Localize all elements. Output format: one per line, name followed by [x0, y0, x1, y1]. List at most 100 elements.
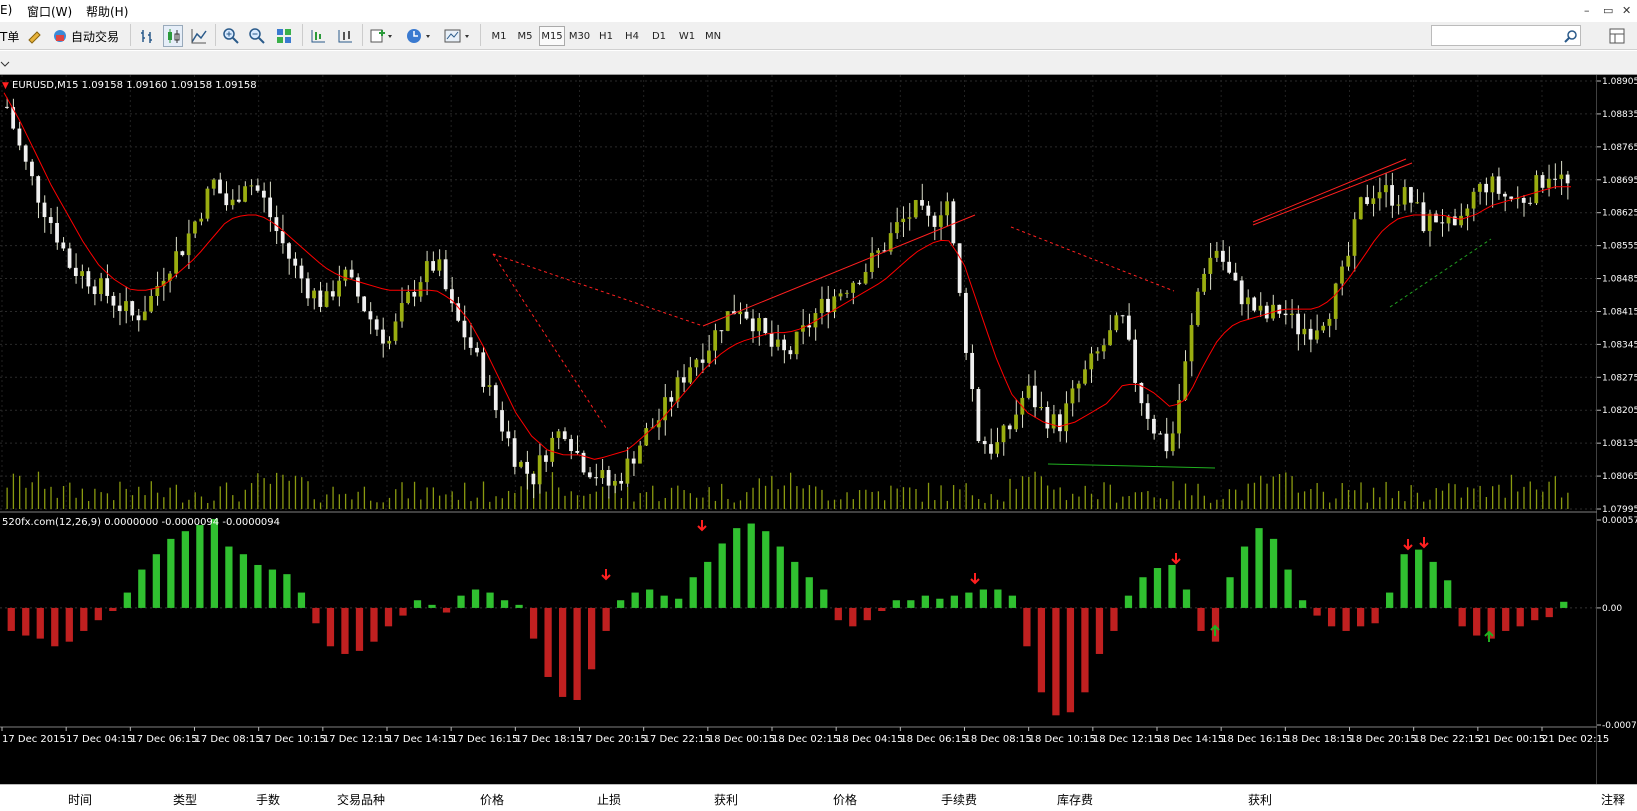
timeframe-w1-button[interactable]: W1 [675, 26, 699, 46]
bar-chart-button[interactable] [138, 25, 156, 47]
candle-body [1321, 325, 1326, 331]
auto-trade-label: 自动交易 [71, 29, 120, 44]
col-header-current-price[interactable]: 价格 [833, 791, 857, 808]
candle-body [1058, 414, 1062, 432]
timeframe-mn-button[interactable]: MN [701, 26, 725, 46]
toolbar-separator [302, 24, 303, 46]
indicator-y-tick-label: 0.000573 [1602, 516, 1637, 526]
candle-body [1465, 208, 1470, 216]
new-order-button[interactable]: T单 [0, 25, 19, 47]
histogram-bar [820, 589, 828, 608]
tile-windows-button[interactable] [275, 25, 293, 47]
candle-body [694, 359, 699, 368]
layout-button[interactable] [1608, 25, 1626, 47]
col-header-take-profit[interactable]: 获利 [714, 791, 738, 808]
line-chart-button[interactable] [190, 25, 208, 47]
metaeditor-button[interactable] [26, 25, 42, 47]
candle-body [293, 258, 298, 266]
timeframe-h4-button[interactable]: H4 [621, 26, 643, 46]
candle-body [67, 248, 72, 268]
candle-body [945, 201, 949, 216]
histogram-bar [457, 595, 465, 608]
candle-body [1026, 385, 1031, 398]
chart-shift-button[interactable] [309, 25, 327, 47]
candle-body [757, 318, 761, 332]
candle-body [907, 217, 912, 219]
x-tick-label: 17 Dec 14:15 [387, 734, 454, 745]
chart-canvas[interactable]: ▼ EURUSD,M15 1.09158 1.09160 1.09158 1.0… [0, 75, 1637, 784]
dropdown-arrow-icon[interactable] [0, 59, 10, 69]
histogram-bar [355, 607, 364, 651]
col-header-lots[interactable]: 手数 [256, 791, 280, 808]
col-header-time[interactable]: 时间 [68, 791, 92, 808]
search-input[interactable] [1434, 27, 1558, 44]
histogram-bar [1168, 564, 1176, 608]
menu-item-help[interactable]: 帮助(H) [86, 3, 128, 20]
col-header-stop-loss[interactable]: 止损 [597, 791, 621, 808]
histogram-bar [675, 598, 683, 608]
candle-body [794, 331, 799, 355]
col-header-type[interactable]: 类型 [173, 791, 197, 808]
candle-body [42, 202, 47, 218]
y-tick-label: 1.08835 [1602, 110, 1637, 120]
timeframe-m15-button[interactable]: M15 [539, 26, 565, 46]
col-header-commission[interactable]: 手续费 [941, 791, 977, 808]
histogram-bar [7, 607, 15, 631]
periods-button[interactable] [405, 25, 431, 47]
autoscroll-button[interactable] [336, 25, 354, 47]
col-header-price[interactable]: 价格 [480, 791, 504, 808]
histogram-bar [428, 604, 436, 608]
zoom-out-icon [249, 28, 265, 44]
histogram-bar [384, 607, 393, 627]
candle-body [1095, 351, 1100, 354]
candle-chart-button[interactable] [163, 25, 183, 47]
candle-body [587, 472, 592, 478]
restore-icon[interactable]: ▭ [1603, 4, 1613, 17]
histogram-bar [1386, 592, 1394, 608]
histogram-bar [109, 607, 117, 611]
x-tick-label: 17 Dec 2015 [2, 734, 66, 745]
histogram-bar [1516, 607, 1524, 627]
histogram-bar [1139, 577, 1147, 608]
timeframe-m5-button[interactable]: M5 [513, 26, 537, 46]
search-icon[interactable] [1564, 29, 1578, 43]
secondary-toolbar [0, 51, 1637, 75]
indicators-button[interactable] [369, 25, 393, 47]
histogram-bar [762, 531, 770, 608]
zoom-out-button[interactable] [248, 25, 266, 47]
col-header-profit[interactable]: 获利 [1248, 791, 1272, 808]
x-tick-label: 18 Dec 20:15 [1350, 734, 1417, 745]
candle-body [913, 200, 918, 218]
histogram-bar [863, 607, 871, 621]
timeframe-m30-button[interactable]: M30 [566, 26, 593, 46]
col-header-symbol[interactable]: 交易品种 [337, 791, 385, 808]
col-header-swap[interactable]: 库存费 [1057, 791, 1093, 808]
col-header-comment[interactable]: 注释 [1601, 791, 1625, 808]
candle-body [368, 311, 373, 320]
timeframe-d1-button[interactable]: D1 [648, 26, 670, 46]
candle-body [951, 201, 956, 244]
close-icon[interactable]: ✕ [1622, 4, 1631, 17]
candle-body [1365, 197, 1369, 204]
candle-body [506, 431, 511, 439]
zoom-in-button[interactable] [222, 25, 240, 47]
candle-body [964, 292, 968, 353]
candle-body [782, 339, 786, 351]
auto-trade-button[interactable]: 自动交易 [52, 25, 119, 47]
candle-body [1358, 197, 1363, 220]
candle-body [976, 389, 981, 442]
minimize-icon[interactable]: – [1584, 4, 1590, 17]
histogram-bar [1269, 538, 1278, 608]
candle-body [149, 295, 153, 312]
candle-body [280, 231, 285, 244]
timeframe-m1-button[interactable]: M1 [487, 26, 511, 46]
line-chart-icon [191, 29, 207, 44]
menu-item-window[interactable]: 窗口(W) [27, 3, 72, 20]
menu-item-file[interactable]: E) [0, 3, 12, 17]
templates-button[interactable] [443, 25, 471, 47]
candle-body [468, 337, 473, 348]
histogram-bar [1371, 607, 1379, 624]
histogram-bar [660, 595, 668, 608]
timeframe-h1-button[interactable]: H1 [595, 26, 617, 46]
histogram-bar [196, 525, 204, 608]
